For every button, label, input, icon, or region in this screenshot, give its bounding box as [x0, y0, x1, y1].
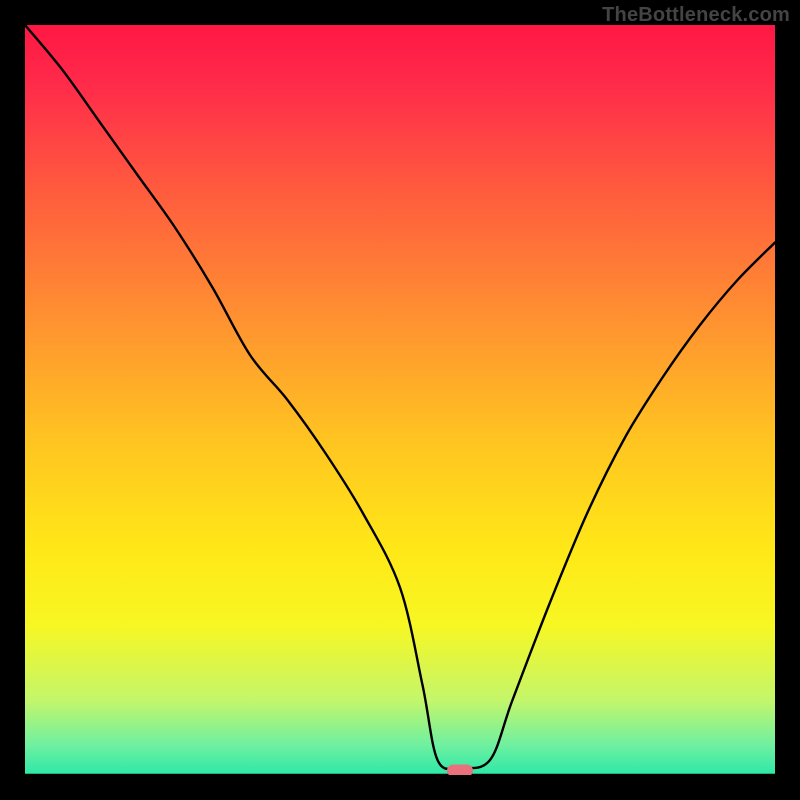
watermark-text: TheBottleneck.com	[602, 4, 790, 27]
gradient-background	[25, 25, 775, 775]
chart-frame: TheBottleneck.com	[0, 0, 800, 800]
bottleneck-chart	[25, 25, 775, 775]
plot-area	[25, 25, 775, 775]
current-config-marker	[447, 765, 473, 776]
